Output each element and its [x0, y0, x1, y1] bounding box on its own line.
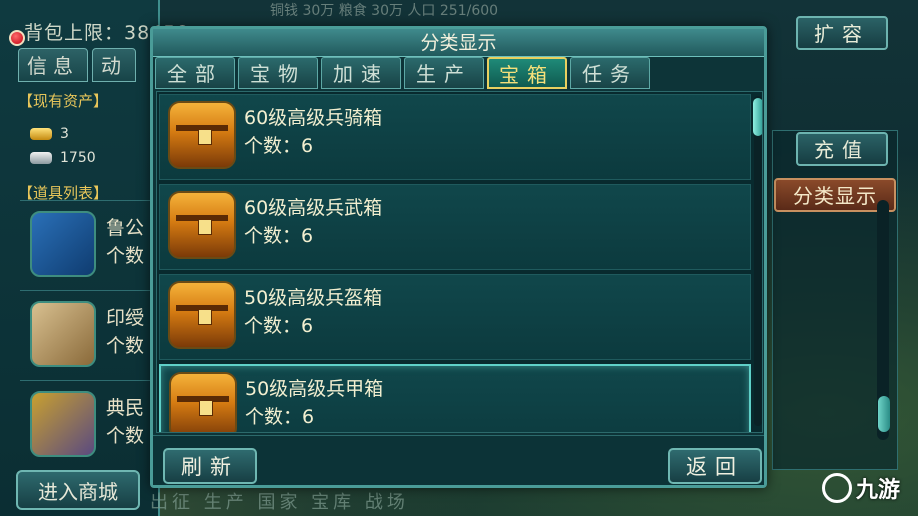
- tab-all[interactable]: 全部: [155, 57, 235, 89]
- category-tabs: 全部 宝物 加速 生产 宝箱 任务: [155, 57, 650, 89]
- book-icon: [30, 211, 96, 277]
- item-name: 50级高级兵甲箱: [245, 378, 384, 400]
- item-count: 个数：6: [244, 225, 314, 247]
- bag-panel: 背包上限：38458 信息 动 【现有资产】 3 1750 【道具列表】 鲁公 …: [0, 0, 188, 516]
- right-scroll-thumb[interactable]: [878, 396, 890, 432]
- badge-icon: [30, 391, 96, 457]
- bag-item-name: 鲁公: [106, 217, 145, 239]
- gold-amount: 3: [60, 126, 69, 142]
- item-name: 60级高级兵武箱: [244, 197, 383, 219]
- list-item[interactable]: 60级高级兵骑箱 个数：6: [159, 94, 751, 180]
- tab-speedup[interactable]: 加速: [321, 57, 401, 89]
- tab-production[interactable]: 生产: [404, 57, 484, 89]
- top-stats: 铜钱 30万 粮食 30万 人口 251/600: [270, 3, 499, 19]
- bottom-nav-bar: 出征 生产 国家 宝库 战场: [150, 492, 409, 513]
- item-list: 60级高级兵骑箱 个数：6 60级高级兵武箱 个数：6 50级高级兵盔箱 个数：…: [156, 91, 763, 433]
- gold-ingot-icon: [30, 128, 52, 140]
- watermark-logo-icon: [822, 473, 852, 503]
- notification-dot-icon: [9, 30, 25, 46]
- silver-ingot-icon: [30, 152, 52, 164]
- item-count: 个数：6: [244, 135, 314, 157]
- bag-tabs: 信息 动: [18, 48, 136, 82]
- refresh-button[interactable]: 刷新: [163, 448, 257, 484]
- item-count: 个数：6: [245, 406, 315, 428]
- back-button[interactable]: 返回: [668, 448, 762, 484]
- watermark: 九游: [822, 472, 900, 504]
- assets-label: 【现有资产】: [18, 92, 109, 110]
- bag-item-count: 个数: [106, 425, 145, 447]
- list-item[interactable]: 50级高级兵盔箱 个数：6: [159, 274, 751, 360]
- treasure-chest-icon: [169, 372, 237, 432]
- seal-ribbon-icon: [30, 301, 96, 367]
- tab-treasure[interactable]: 宝物: [238, 57, 318, 89]
- bag-tab-move[interactable]: 动: [92, 48, 136, 82]
- tab-chest[interactable]: 宝箱: [487, 57, 567, 89]
- treasure-chest-icon: [168, 281, 236, 349]
- enter-mall-button[interactable]: 进入商城: [16, 470, 140, 510]
- treasure-chest-icon: [168, 101, 236, 169]
- bag-item-count: 个数: [106, 245, 145, 267]
- expand-button[interactable]: 扩容: [796, 16, 888, 50]
- list-scrollbar[interactable]: [754, 96, 762, 426]
- gold-asset: 3: [30, 126, 69, 142]
- dialog-title: 分类显示: [153, 29, 764, 57]
- list-item[interactable]: 60级高级兵武箱 个数：6: [159, 184, 751, 270]
- bag-list-item[interactable]: 鲁公 个数: [20, 200, 160, 284]
- silver-amount: 1750: [60, 150, 96, 166]
- bag-tab-info[interactable]: 信息: [18, 48, 88, 82]
- bag-item-name: 典民: [106, 397, 145, 419]
- tab-quest[interactable]: 任务: [570, 57, 650, 89]
- bag-list-item[interactable]: 典民 个数: [20, 380, 160, 464]
- silver-asset: 1750: [30, 150, 96, 166]
- recharge-button[interactable]: 充值: [796, 132, 888, 166]
- bag-item-count: 个数: [106, 335, 145, 357]
- category-dialog: 分类显示 全部 宝物 加速 生产 宝箱 任务 60级高级兵骑箱 个数：6 60级…: [150, 26, 767, 488]
- list-scroll-thumb[interactable]: [753, 98, 762, 136]
- dialog-footer: 刷新 返回: [153, 435, 764, 485]
- list-item-selected[interactable]: 50级高级兵甲箱 个数：6: [159, 364, 751, 432]
- watermark-text: 九游: [856, 478, 901, 503]
- bag-item-name: 印绶: [106, 307, 145, 329]
- item-name: 50级高级兵盔箱: [244, 287, 383, 309]
- item-count: 个数：6: [244, 315, 314, 337]
- item-name: 60级高级兵骑箱: [244, 107, 383, 129]
- bag-list-item[interactable]: 印绶 个数: [20, 290, 160, 374]
- treasure-chest-icon: [168, 191, 236, 259]
